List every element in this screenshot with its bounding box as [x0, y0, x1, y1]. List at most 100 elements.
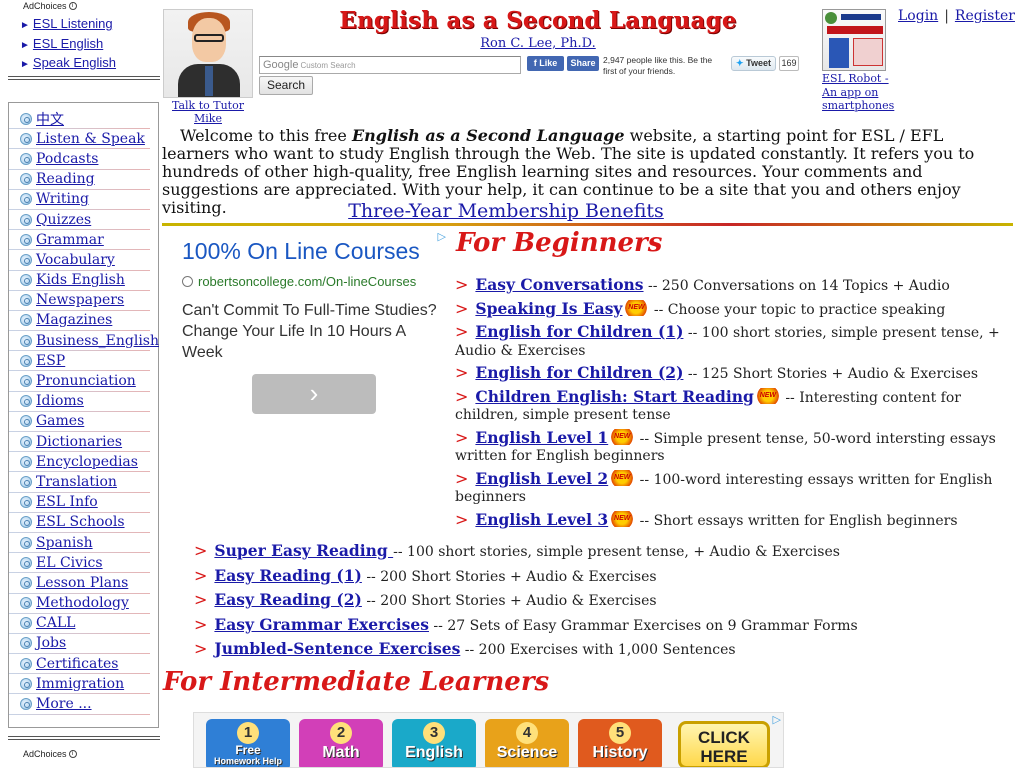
course-link-english-for-children-1[interactable]: English for Children (1) [475, 322, 683, 341]
nav-link[interactable]: Business_English [36, 333, 159, 349]
tweet-button[interactable]: ✦ Tweet [731, 56, 776, 71]
tutor-avatar[interactable] [163, 9, 253, 98]
banner-tile-history[interactable]: 5 History [578, 719, 662, 767]
nav-link[interactable]: Listen & Speak [36, 131, 145, 147]
adchoices-icon[interactable]: ▷ [438, 230, 446, 243]
nav-link[interactable]: Newspapers [36, 292, 124, 308]
nav-item-esp[interactable]: ESP [9, 351, 150, 372]
nav-item-esl-info[interactable]: ESL Info [9, 492, 150, 513]
nav-link[interactable]: Immigration [36, 676, 124, 692]
nav-link[interactable]: Lesson Plans [36, 575, 128, 591]
ad-next-button[interactable]: › [252, 374, 376, 414]
nav-item-listen-speak[interactable]: Listen & Speak [9, 129, 150, 150]
nav-item-business-english[interactable]: Business_English [9, 331, 159, 352]
nav-link[interactable]: ESL Schools [36, 514, 125, 530]
ad-title[interactable]: 100% On Line Courses [182, 238, 420, 265]
esl-robot[interactable]: ESL Robot - An app on smartphones [822, 9, 902, 113]
course-link-english-level-2[interactable]: English Level 2 [475, 469, 608, 488]
course-link-children-english-start-reading[interactable]: Children English: Start Reading [475, 387, 753, 406]
nav-item-podcasts[interactable]: Podcasts [9, 149, 150, 170]
adchoices-icon[interactable]: ▷ [773, 713, 781, 726]
banner-tile-science[interactable]: 4 Science [485, 719, 569, 767]
nav-link[interactable]: Writing [36, 191, 89, 207]
nav-item-newspapers[interactable]: Newspapers [9, 290, 150, 311]
banner-tile-english[interactable]: 3 English [392, 719, 476, 767]
nav-item-encyclopedias[interactable]: Encyclopedias [9, 452, 150, 473]
nav-link[interactable]: 中文 [36, 109, 64, 129]
click-here-button[interactable]: CLICK HERE [678, 721, 770, 767]
homework-help-banner-ad[interactable]: ▷ 1 Free Homework Help 2 Math 3 English 4 Scienc… [193, 712, 784, 768]
register-link[interactable]: Register [955, 8, 1015, 24]
nav-item-games[interactable]: Games [9, 411, 150, 432]
course-link-english-level-3[interactable]: English Level 3 [475, 510, 608, 529]
nav-link[interactable]: Quizzes [36, 212, 91, 228]
nav-item-certificates[interactable]: Certificates [9, 654, 150, 675]
tutor-mike[interactable]: Talk to Tutor Mike [163, 9, 253, 125]
course-link-easy-reading-2[interactable]: Easy Reading (2) [214, 590, 361, 609]
course-link-english-for-children-2[interactable]: English for Children (2) [475, 363, 683, 382]
nav-item-kids-english[interactable]: Kids English [9, 270, 150, 291]
facebook-like-button[interactable]: f Like [527, 56, 564, 71]
nav-item-vocabulary[interactable]: Vocabulary [9, 250, 150, 271]
adchoices-bottom[interactable]: AdChoices i [8, 748, 162, 760]
search-button[interactable]: Search [259, 76, 313, 95]
nav-link[interactable]: Spanish [36, 535, 93, 551]
nav-item-quizzes[interactable]: Quizzes [9, 209, 150, 231]
nav-link[interactable]: Magazines [36, 312, 112, 328]
course-link-english-level-1[interactable]: English Level 1 [475, 428, 608, 447]
nav-link[interactable]: Methodology [36, 595, 129, 611]
side-ad[interactable]: ▷ 100% On Line Courses robertsoncollege.… [170, 230, 446, 430]
search-input[interactable]: Google Custom Search [259, 56, 521, 74]
nav-item-methodology[interactable]: Methodology [9, 593, 150, 614]
nav-item-grammar[interactable]: Grammar [9, 230, 150, 251]
nav-link[interactable]: CALL [36, 615, 75, 631]
nav-link[interactable]: More ... [36, 696, 92, 712]
nav-link[interactable]: Pronunciation [36, 373, 136, 389]
nav-link[interactable]: Jobs [36, 635, 66, 651]
ad-link-esl-listening[interactable]: ► ESL Listening [8, 14, 162, 34]
nav-item-translation[interactable]: Translation [9, 472, 150, 493]
nav-link[interactable]: Idioms [36, 393, 84, 409]
tutor-link[interactable]: Talk to Tutor Mike [172, 99, 244, 125]
nav-link[interactable]: Reading [36, 171, 95, 187]
nav-link[interactable]: Certificates [36, 656, 118, 672]
nav-link[interactable]: Podcasts [36, 151, 98, 167]
facebook-share-button[interactable]: Share [567, 56, 599, 71]
nav-link[interactable]: ESL Info [36, 494, 98, 510]
nav-link[interactable]: Kids English [36, 272, 125, 288]
esl-robot-image[interactable] [822, 9, 886, 71]
nav-link[interactable]: Translation [36, 474, 117, 490]
nav-link[interactable]: Grammar [36, 232, 104, 248]
course-link-easy-reading-1[interactable]: Easy Reading (1) [214, 566, 361, 585]
ad-link-esl-english[interactable]: ► ESL English [8, 34, 162, 54]
nav-item-more[interactable]: More ... [9, 694, 150, 715]
nav-item-pronunciation[interactable]: Pronunciation [9, 371, 150, 392]
nav-item-item[interactable]: 中文 [9, 109, 150, 130]
course-link-super-easy-reading[interactable]: Super Easy Reading [214, 541, 393, 560]
nav-item-esl-schools[interactable]: ESL Schools [9, 512, 150, 533]
nav-item-jobs[interactable]: Jobs [9, 633, 150, 655]
banner-tile-free[interactable]: 1 Free Homework Help [206, 719, 290, 767]
course-link-easy-conversations[interactable]: Easy Conversations [475, 275, 643, 294]
login-link[interactable]: Login [898, 8, 938, 24]
author-link[interactable]: Ron C. Lee, Ph.D. [480, 36, 596, 51]
ad-url[interactable]: robertsoncollege.com/On-lineCourses [182, 274, 416, 289]
nav-item-idioms[interactable]: Idioms [9, 391, 150, 412]
nav-link[interactable]: Vocabulary [36, 252, 115, 268]
course-link-speaking-is-easy[interactable]: Speaking Is Easy [475, 299, 622, 318]
banner-tile-math[interactable]: 2 Math [299, 719, 383, 767]
adchoices-top[interactable]: AdChoices i [8, 0, 162, 12]
esl-robot-link[interactable]: ESL Robot - An app on smartphones [822, 72, 894, 112]
nav-item-dictionaries[interactable]: Dictionaries [9, 432, 150, 453]
nav-item-call[interactable]: CALL [9, 613, 150, 634]
nav-item-magazines[interactable]: Magazines [9, 310, 150, 332]
nav-link[interactable]: EL Civics [36, 555, 103, 571]
ad-link-speak-english[interactable]: ► Speak English [8, 53, 162, 73]
nav-link[interactable]: ESP [36, 353, 65, 369]
nav-item-immigration[interactable]: Immigration [9, 674, 150, 695]
course-link-jumbled-sentence-exercises[interactable]: Jumbled-Sentence Exercises [214, 639, 460, 658]
membership-benefits-link[interactable]: Three-Year Membership Benefits [348, 200, 664, 222]
nav-link[interactable]: Dictionaries [36, 434, 122, 450]
nav-item-writing[interactable]: Writing [9, 189, 150, 210]
nav-item-reading[interactable]: Reading [9, 169, 150, 190]
